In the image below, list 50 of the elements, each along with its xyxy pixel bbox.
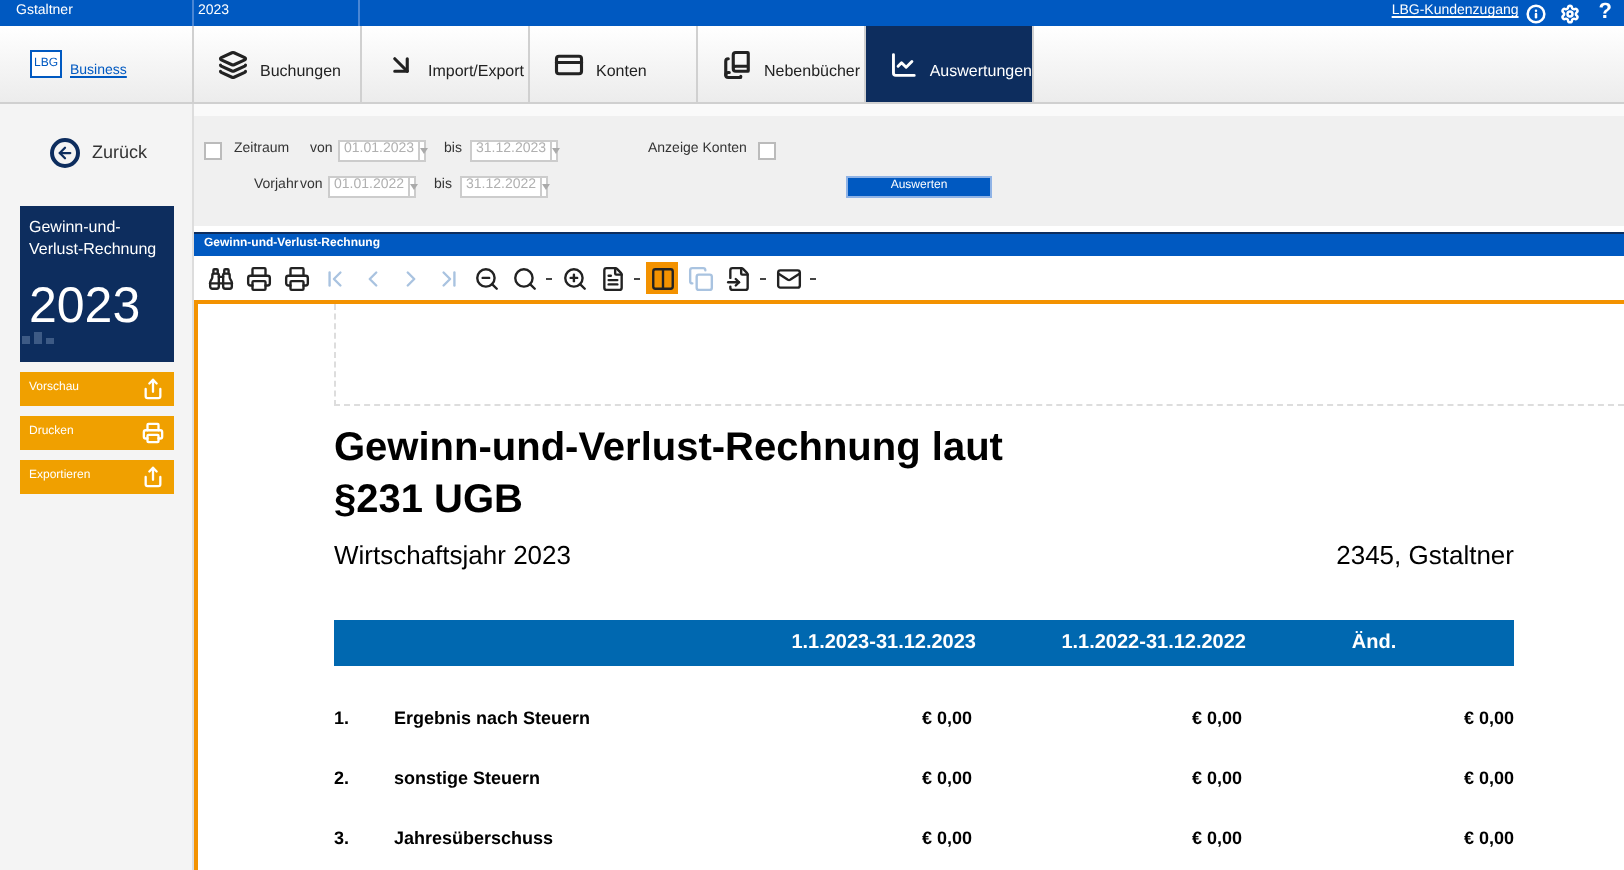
nav-tab[interactable]: Auswertungen	[866, 26, 1034, 102]
zoom-icon[interactable]	[508, 262, 540, 294]
share-icon	[141, 378, 163, 400]
page-layout-icon[interactable]	[646, 262, 678, 294]
books-icon	[722, 49, 752, 79]
back-button[interactable]: Zurück	[50, 138, 148, 168]
row-number: 1.	[334, 705, 352, 732]
dropdown-icon	[550, 142, 561, 160]
zoom-out-icon[interactable]	[470, 262, 502, 294]
column-header: 1.1.2023-31.12.2023	[791, 629, 978, 657]
print-icon[interactable]	[242, 262, 274, 294]
table-cell-text: € 0,00	[1463, 705, 1514, 732]
share-icon	[141, 466, 163, 488]
row-label: Ergebnis nach Steuern	[394, 705, 593, 732]
report-title: Gewinn-und-Verlust-Rechnung laut §231 UGB	[334, 424, 1005, 526]
info-icon[interactable]	[1526, 3, 1547, 23]
row-label: sonstige Steuern	[394, 765, 543, 792]
settings-icon[interactable]	[1560, 3, 1581, 23]
column-header: 1.1.2022-31.12.2022	[1061, 629, 1248, 657]
nav-tab[interactable]: Konten	[530, 26, 698, 102]
chart-icon	[890, 49, 918, 79]
table-cell-text: € 0,00	[1191, 825, 1244, 852]
table-cell-text: € 0,00	[921, 705, 974, 732]
row-label: Jahresüberschuss	[394, 825, 556, 852]
report-card-title: Gewinn-und-Verlust-Rechnung	[29, 216, 159, 260]
row-number: 3.	[334, 825, 352, 852]
table-cell-text: € 0,00	[1191, 705, 1244, 732]
bar-chart-drawing	[19, 332, 59, 344]
dropdown-icon	[540, 178, 551, 196]
dropdown-icon	[418, 142, 429, 160]
table-cell-text: € 0,00	[921, 825, 974, 852]
dropdown-icon	[408, 178, 419, 196]
nav-tab[interactable]: Import/Export	[362, 26, 530, 102]
nav-tab[interactable]: Buchungen	[194, 26, 362, 102]
print-icon	[141, 422, 163, 444]
client-label: 2345, Gstaltner	[1336, 538, 1514, 574]
print-options-icon[interactable]	[280, 262, 312, 294]
fiscal-year-label: Wirtschaftsjahr 2023	[334, 538, 571, 574]
table-cell-text: € 0,00	[1191, 765, 1244, 792]
export-icon[interactable]	[722, 262, 754, 294]
table-cell-text: € 0,00	[1463, 765, 1514, 792]
search-icon[interactable]	[204, 262, 236, 294]
help-button[interactable]: ?	[1598, 0, 1612, 30]
report-card-year: 2023	[29, 280, 141, 332]
table-cell-text: € 0,00	[921, 765, 974, 792]
checkbox[interactable]	[758, 142, 777, 160]
column-header: Änd.	[1351, 629, 1399, 657]
row-number: 2.	[334, 765, 352, 792]
zoom-in-icon[interactable]	[558, 262, 590, 294]
table-cell-text: € 0,00	[1463, 825, 1514, 852]
